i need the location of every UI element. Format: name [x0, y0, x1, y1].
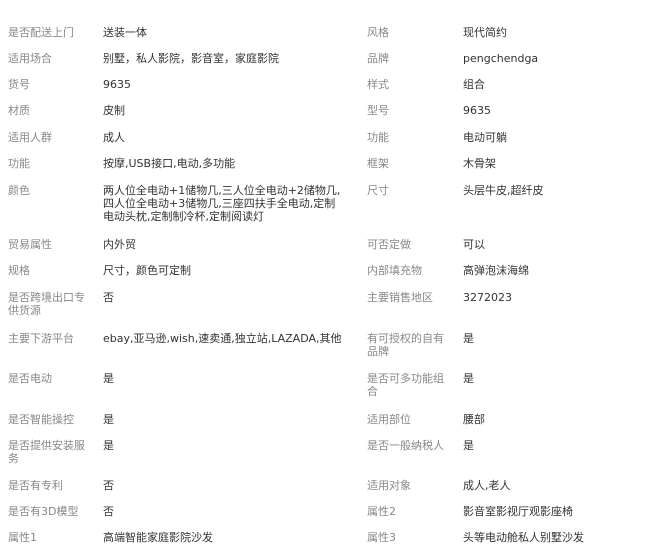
attribute-label: 材质	[8, 104, 30, 117]
attribute-label: 主要下游平台	[8, 332, 74, 345]
attribute-label: 适用人群	[8, 131, 52, 144]
attribute-value: 别墅，私人影院，影音室，家庭影院	[103, 52, 279, 65]
attribute-value: 否	[103, 505, 114, 518]
attribute-label: 是否提供安装服务	[8, 439, 85, 465]
attribute-value: 头层牛皮,超纤皮	[463, 184, 544, 197]
attribute-value: 按摩,USB接口,电动,多功能	[103, 157, 236, 170]
attribute-value: 木骨架	[463, 157, 496, 170]
attribute-label: 是否可多功能组合	[367, 372, 444, 398]
attribute-label: 适用部位	[367, 413, 411, 426]
attribute-label: 是否有3D模型	[8, 505, 79, 518]
attribute-value: pengchendga	[463, 52, 539, 65]
attribute-label: 框架	[367, 157, 389, 170]
attribute-value: 皮制	[103, 104, 125, 117]
attribute-value: 高端智能家庭影院沙发	[103, 531, 213, 544]
attribute-label: 货号	[8, 78, 30, 91]
attribute-value: 是	[463, 372, 474, 385]
attribute-value: 两人位全电动+1储物几,三人位全电动+2储物几,四人位全电动+3储物几,三座四扶…	[103, 184, 341, 223]
attribute-label: 是否一般纳税人	[367, 439, 444, 452]
attribute-value: 成人	[103, 131, 125, 144]
attribute-label: 有可授权的自有品牌	[367, 332, 444, 358]
attribute-label: 是否配送上门	[8, 26, 74, 39]
attribute-label: 型号	[367, 104, 389, 117]
attribute-label: 属性1	[8, 531, 37, 544]
attribute-value: 是	[103, 439, 114, 452]
attribute-value: 是	[463, 439, 474, 452]
attribute-value: 电动可躺	[463, 131, 507, 144]
attribute-label: 品牌	[367, 52, 389, 65]
attribute-value: 是	[103, 372, 114, 385]
attribute-value: 否	[103, 291, 114, 304]
attribute-label: 属性3	[367, 531, 396, 544]
attribute-label: 尺寸	[367, 184, 389, 197]
attribute-label: 功能	[367, 131, 389, 144]
attribute-label: 属性2	[367, 505, 396, 518]
attribute-value: 腰部	[463, 413, 485, 426]
attribute-value: ebay,亚马逊,wish,速卖通,独立站,LAZADA,其他	[103, 332, 342, 345]
attribute-value: 是	[103, 413, 114, 426]
attribute-label: 规格	[8, 264, 30, 277]
attribute-value: 是	[463, 332, 474, 345]
attribute-value: 尺寸，颜色可定制	[103, 264, 191, 277]
attribute-label: 内部填充物	[367, 264, 422, 277]
attribute-label: 是否电动	[8, 372, 52, 385]
attribute-value: 影音室影视厅观影座椅	[463, 505, 573, 518]
product-attributes-table: 是否配送上门 送装一体 风格 现代简约 适用场合 别墅，私人影院，影音室，家庭影…	[0, 0, 660, 553]
attribute-label: 样式	[367, 78, 389, 91]
attribute-label: 是否跨境出口专供货源	[8, 291, 85, 317]
attribute-value: 高弹泡沫海绵	[463, 264, 529, 277]
attribute-label: 适用场合	[8, 52, 52, 65]
attribute-value: 头等电动舱私人别墅沙发	[463, 531, 584, 544]
attribute-value: 9635	[103, 78, 131, 91]
attribute-label: 颜色	[8, 184, 30, 197]
attribute-value: 成人,老人	[463, 479, 511, 492]
attribute-value: 组合	[463, 78, 485, 91]
attribute-value: 9635	[463, 104, 491, 117]
attribute-label: 是否有专利	[8, 479, 63, 492]
attribute-label: 适用对象	[367, 479, 411, 492]
attribute-label: 是否智能操控	[8, 413, 74, 426]
attribute-label: 功能	[8, 157, 30, 170]
attribute-label: 贸易属性	[8, 238, 52, 251]
attribute-label: 风格	[367, 26, 389, 39]
attribute-value: 现代简约	[463, 26, 507, 39]
attribute-value: 内外贸	[103, 238, 136, 251]
attribute-value: 送装一体	[103, 26, 147, 39]
attribute-value: 可以	[463, 238, 485, 251]
attribute-value: 3272023	[463, 291, 512, 304]
attribute-value: 否	[103, 479, 114, 492]
attribute-label: 主要销售地区	[367, 291, 433, 304]
attribute-label: 可否定做	[367, 238, 411, 251]
